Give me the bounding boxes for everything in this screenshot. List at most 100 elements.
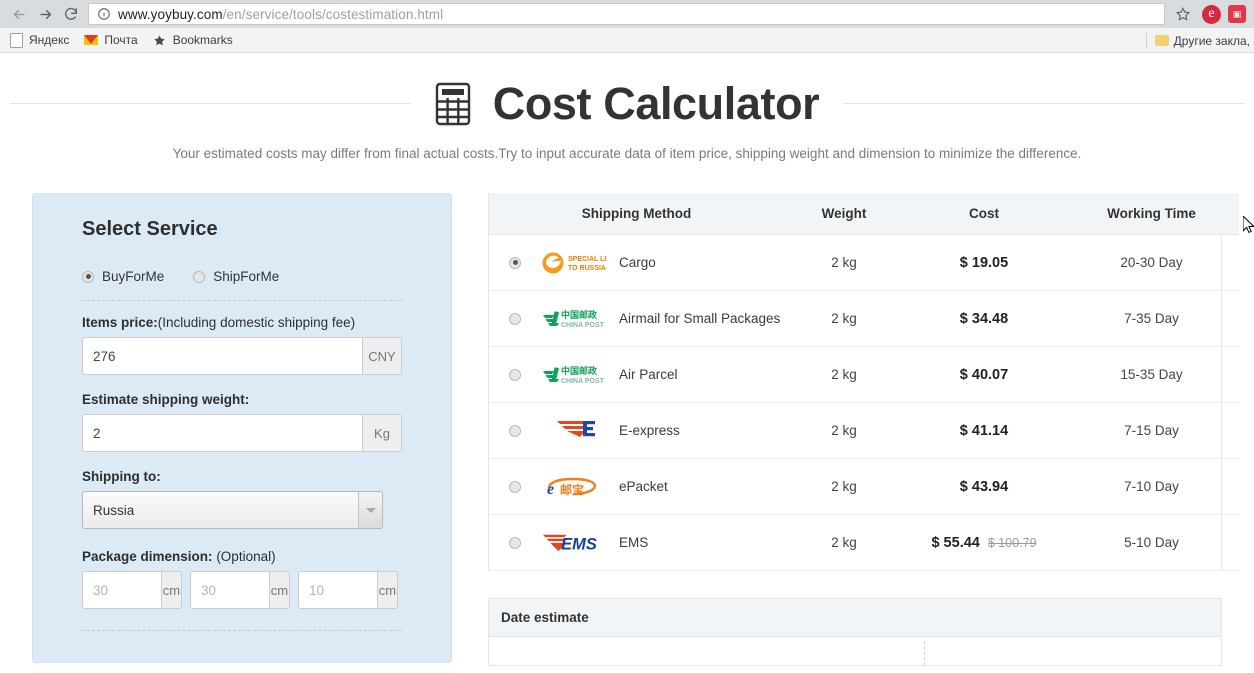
bookmark-yandex[interactable]: Яндекс <box>8 32 69 48</box>
shipping-methods-table-box: Shipping Method Weight Cost Working Time <box>488 193 1239 571</box>
row-cost: $ 43.94 <box>959 478 1009 495</box>
column-header-shipping-method: Shipping Method <box>489 193 784 235</box>
items-price-label: Items price:(Including domestic shipping… <box>82 315 402 330</box>
forward-arrow-icon[interactable] <box>32 1 58 27</box>
table-row[interactable]: 中国邮政 CHINA POST Airmail for Small Packag… <box>489 290 1239 347</box>
dimension-height-field: cm <box>298 571 398 609</box>
chevron-down-icon[interactable] <box>358 492 382 528</box>
items-price-input[interactable] <box>82 337 362 375</box>
address-bar[interactable]: www.yoybuy.com/en/service/tools/costesti… <box>88 3 1165 25</box>
radio-label: BuyForMe <box>102 269 165 284</box>
svg-text:中国邮政: 中国邮政 <box>561 365 598 377</box>
package-dimension-label-bold: Package dimension: <box>82 549 213 564</box>
bookmark-bookmarks[interactable]: Bookmarks <box>152 32 233 48</box>
bookmark-label: Яндекс <box>29 33 70 47</box>
row-weight: 2 kg <box>784 346 904 403</box>
shipping-to-value: Russia <box>93 502 135 518</box>
page-header: Cost Calculator <box>0 81 1254 126</box>
items-price-label-note: (Including domestic shipping fee) <box>157 315 356 330</box>
row-working-time: 20-30 Day <box>1064 234 1239 291</box>
table-row[interactable]: e 邮宝 ePacket 2 kg $ 43.94 7-10 Day <box>489 458 1239 515</box>
row-radio-icon[interactable] <box>509 480 521 493</box>
date-estimate-title: Date estimate <box>489 599 1221 637</box>
row-radio-icon[interactable] <box>509 312 521 325</box>
package-dimension-fields: cm cm cm <box>82 571 402 609</box>
row-working-time: 7-15 Day <box>1064 402 1239 459</box>
method-name: Airmail for Small Packages <box>619 311 781 326</box>
star-icon[interactable] <box>1171 2 1195 26</box>
row-radio-icon[interactable] <box>509 424 521 437</box>
shipping-to-select[interactable]: Russia <box>82 491 383 529</box>
other-bookmarks[interactable]: Другие закла, <box>1145 28 1254 53</box>
package-dimension-label-note: (Optional) <box>216 549 276 564</box>
weight-field: Kg <box>82 414 402 452</box>
page-title: Cost Calculator <box>411 81 844 126</box>
date-estimate-partial-text <box>1049 649 1053 664</box>
dimension-height-input[interactable] <box>298 571 377 609</box>
toolbar-actions: e ▣ <box>1171 2 1248 26</box>
calculator-icon <box>435 82 471 126</box>
special-line-to-russia-logo: SPECIAL LINE TO RUSSIA <box>541 251 607 275</box>
row-working-time: 15-35 Day <box>1064 346 1239 403</box>
method-name: EMS <box>619 535 649 550</box>
url-path: /en/service/tools/costestimation.html <box>222 6 444 22</box>
reload-icon[interactable] <box>58 1 84 27</box>
row-radio-icon[interactable] <box>509 256 521 269</box>
svg-text:邮宝: 邮宝 <box>560 482 584 497</box>
folder-icon <box>1154 35 1169 46</box>
items-price-unit: CNY <box>362 337 402 375</box>
divider-left <box>10 103 411 104</box>
row-weight: 2 kg <box>784 458 904 515</box>
table-row[interactable]: SPECIAL LINE TO RUSSIA Cargo 2 kg $ 19.0… <box>489 234 1239 291</box>
browser-toolbar: www.yoybuy.com/en/service/tools/costesti… <box>0 0 1254 28</box>
back-arrow-icon[interactable] <box>6 1 32 27</box>
svg-text:CHINA POST: CHINA POST <box>561 378 605 385</box>
envelope-icon <box>83 32 99 48</box>
svg-text:e: e <box>547 481 554 498</box>
red-square-extension-icon[interactable]: ▣ <box>1228 5 1246 23</box>
radio-icon[interactable] <box>82 270 94 283</box>
results-panel: Shipping Method Weight Cost Working Time <box>488 193 1239 666</box>
edge-extension-icon[interactable]: e <box>1202 4 1221 24</box>
radio-icon[interactable] <box>193 270 206 283</box>
method-name: E-express <box>619 423 680 438</box>
date-estimate-panel: Date estimate <box>488 598 1222 666</box>
page-info-icon[interactable] <box>97 7 111 21</box>
table-row[interactable]: 中国邮政 CHINA POST Air Parcel 2 kg $ 40.07 … <box>489 346 1239 403</box>
bookmark-label: Почта <box>104 33 138 47</box>
radio-buyforme[interactable]: BuyForMe <box>82 269 164 284</box>
shipping-methods-table: Shipping Method Weight Cost Working Time <box>489 193 1239 571</box>
dashed-divider <box>82 300 402 301</box>
dimension-length-unit: cm <box>160 571 182 609</box>
radio-shipforme[interactable]: ShipForMe <box>193 269 279 284</box>
svg-text:TO RUSSIA: TO RUSSIA <box>568 265 606 272</box>
method-name: Cargo <box>619 255 656 270</box>
method-name: Air Parcel <box>619 367 678 382</box>
dimension-width-unit: cm <box>268 571 290 609</box>
svg-text:中国邮政: 中国邮政 <box>561 309 598 321</box>
dashed-divider-bottom <box>82 630 402 631</box>
row-radio-icon[interactable] <box>509 536 521 549</box>
epacket-logo: e 邮宝 <box>541 474 607 500</box>
bookmark-pochta[interactable]: Почта <box>83 32 138 48</box>
date-estimate-body <box>489 637 1221 665</box>
table-header-row: Shipping Method Weight Cost Working Time <box>489 193 1239 235</box>
row-old-cost: $ 100.79 <box>987 535 1037 550</box>
table-row[interactable]: EMS EMS 2 kg $ 55.44 $ 100.79 5-10 Day <box>489 514 1239 571</box>
weight-input[interactable] <box>82 414 362 452</box>
table-row[interactable]: E-express 2 kg $ 41.14 7-15 Day <box>489 402 1239 459</box>
items-price-label-bold: Items price: <box>82 315 158 330</box>
e-express-logo <box>541 418 607 444</box>
timeline-divider <box>924 641 926 665</box>
dimension-width-input[interactable] <box>190 571 269 609</box>
row-weight: 2 kg <box>784 234 904 291</box>
items-price-field: CNY <box>82 337 402 375</box>
dimension-length-input[interactable] <box>82 571 161 609</box>
package-dimension-label: Package dimension: (Optional) <box>82 549 402 564</box>
ems-logo: EMS <box>541 530 607 556</box>
row-cost: $ 19.05 <box>959 254 1009 271</box>
radio-label: ShipForMe <box>213 269 280 284</box>
method-name: ePacket <box>619 479 668 494</box>
row-radio-icon[interactable] <box>509 368 521 381</box>
main-columns: Select Service BuyForMe ShipForMe Items … <box>0 193 1254 666</box>
